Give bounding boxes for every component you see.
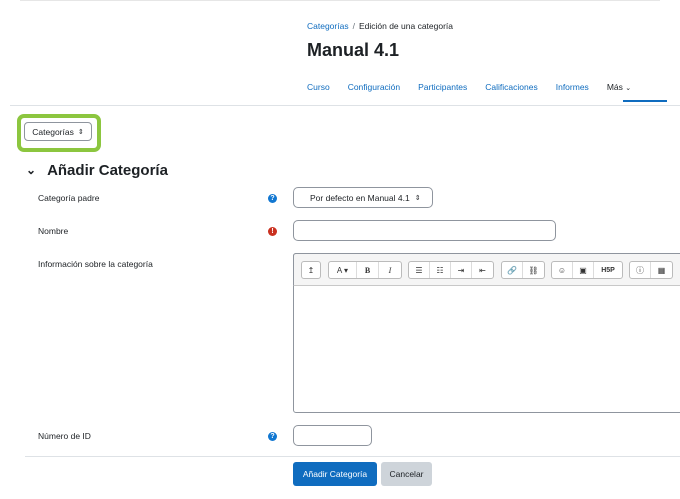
- name-label: Nombre: [38, 226, 69, 236]
- font-color-icon[interactable]: A ▾: [329, 262, 357, 278]
- top-divider: [20, 0, 660, 1]
- chevron-down-icon: ⌄: [625, 85, 632, 92]
- parent-category-select[interactable]: Por defecto en Manual 4.1 ⇕: [293, 187, 433, 208]
- tab-reports[interactable]: Informes: [556, 82, 589, 92]
- select-updown-icon: ⇕: [414, 194, 421, 202]
- breadcrumb-separator: /: [352, 21, 355, 31]
- breadcrumb-link-categories[interactable]: Categorías: [307, 21, 349, 31]
- help-icon[interactable]: ?: [268, 194, 277, 203]
- toolbar-group-text: A ▾ B I: [328, 261, 402, 279]
- cancel-button[interactable]: Cancelar: [381, 462, 432, 486]
- form-footer-divider: [25, 456, 680, 457]
- ordered-list-icon[interactable]: ☷: [430, 262, 451, 278]
- show-more-icon[interactable]: ↥: [302, 262, 320, 278]
- id-number-input[interactable]: [293, 425, 372, 446]
- secondary-nav: Curso Configuración Participantes Califi…: [307, 82, 649, 92]
- page-title: Manual 4.1: [307, 40, 400, 60]
- section-header[interactable]: ⌄ Añadir Categoría: [26, 162, 168, 179]
- tab-settings[interactable]: Configuración: [348, 82, 400, 92]
- h5p-icon[interactable]: H5P: [594, 262, 622, 278]
- toolbar-group-show-more: ↥: [301, 261, 321, 279]
- nav-divider: [10, 105, 680, 106]
- toolbar-group-extra: ⓘ ▦: [629, 261, 673, 279]
- tab-grades[interactable]: Calificaciones: [485, 82, 537, 92]
- chevron-down-icon: ⌄: [26, 162, 37, 177]
- add-category-button[interactable]: Añadir Categoría: [293, 462, 377, 486]
- sort-updown-icon: ⇕: [77, 128, 84, 136]
- name-input[interactable]: [293, 220, 556, 241]
- bold-icon[interactable]: B: [357, 262, 379, 278]
- category-info-label: Información sobre la categoría: [38, 259, 153, 269]
- required-icon: !: [268, 227, 277, 236]
- tab-participants[interactable]: Participantes: [418, 82, 467, 92]
- breadcrumb-current: Edición de una categoría: [358, 21, 454, 31]
- italic-icon[interactable]: I: [379, 262, 401, 278]
- breadcrumb: Categorías / Edición de una categoría: [307, 21, 453, 31]
- unordered-list-icon[interactable]: ☰: [409, 262, 430, 278]
- editor-toolbar: ↥ A ▾ B I ☰ ☷ ⇥ ⇤ 🔗 ⛓ ☺ ▣ H5P ⓘ ▦: [293, 253, 680, 286]
- info-icon[interactable]: ⓘ: [630, 262, 651, 278]
- outdent-icon[interactable]: ⇤: [472, 262, 493, 278]
- indent-icon[interactable]: ⇥: [451, 262, 472, 278]
- toolbar-group-media: ☺ ▣ H5P: [551, 261, 623, 279]
- table-icon[interactable]: ▦: [651, 262, 672, 278]
- unlink-icon[interactable]: ⛓: [523, 262, 544, 278]
- help-icon[interactable]: ?: [268, 432, 277, 441]
- tab-more[interactable]: Más ⌄: [607, 82, 631, 92]
- id-number-label: Número de ID: [38, 431, 91, 441]
- toolbar-group-lists: ☰ ☷ ⇥ ⇤: [408, 261, 494, 279]
- tab-course[interactable]: Curso: [307, 82, 330, 92]
- toolbar-group-links: 🔗 ⛓: [501, 261, 545, 279]
- category-selector-button[interactable]: Categorías ⇕: [24, 122, 92, 141]
- emoji-icon[interactable]: ☺: [552, 262, 573, 278]
- parent-category-value: Por defecto en Manual 4.1: [310, 192, 410, 203]
- image-icon[interactable]: ▣: [573, 262, 594, 278]
- tab-more-label: Más: [606, 82, 623, 92]
- active-tab-indicator: [623, 100, 667, 102]
- section-title: Añadir Categoría: [47, 162, 168, 179]
- link-icon[interactable]: 🔗: [502, 262, 523, 278]
- category-selector-label: Categorías: [32, 126, 74, 137]
- parent-category-label: Categoría padre: [38, 193, 100, 203]
